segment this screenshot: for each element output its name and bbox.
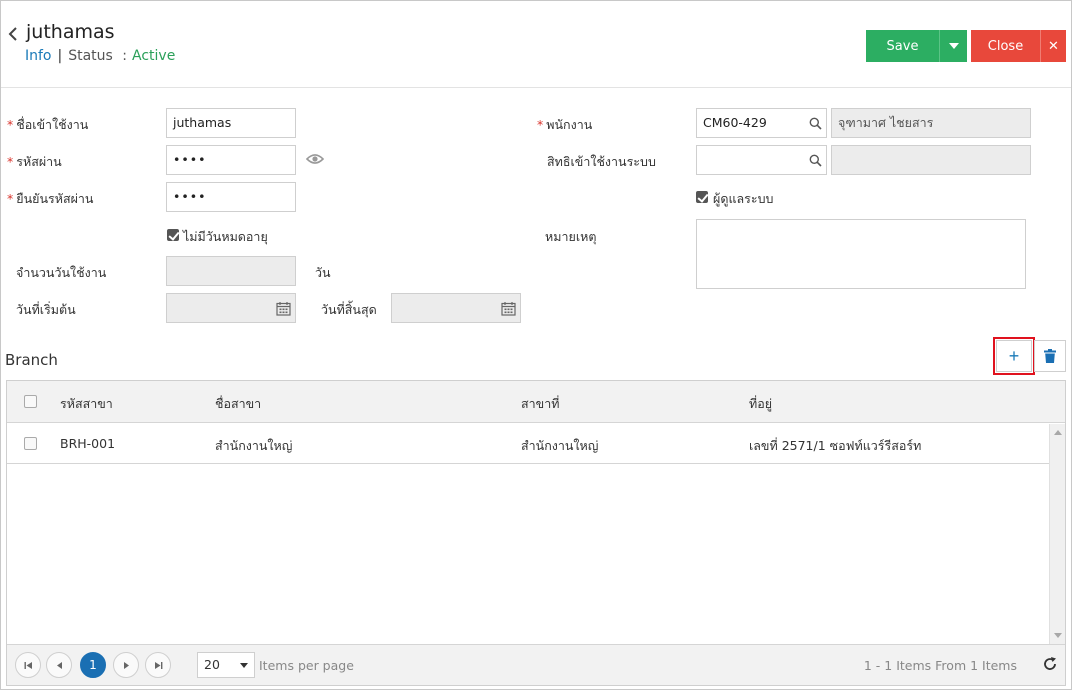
first-page-icon: [24, 662, 32, 669]
scroll-down-icon[interactable]: [1054, 633, 1062, 638]
days-field[interactable]: [166, 256, 296, 286]
info-link[interactable]: Info: [25, 48, 52, 64]
trash-icon: [1044, 349, 1056, 363]
no-expiry-checkbox[interactable]: [167, 229, 179, 241]
table-row[interactable]: BRH-001 สำนักงานใหญ่ สำนักงานใหญ่ เลขที่…: [7, 424, 1049, 464]
confirm-password-label: * ยืนยันรหัสผ่าน: [7, 191, 94, 206]
required-mark: *: [7, 191, 14, 206]
select-all-checkbox[interactable]: [24, 395, 37, 408]
caret-down-icon: [948, 43, 959, 49]
column-header[interactable]: รหัสสาขา: [60, 394, 113, 414]
vertical-scrollbar[interactable]: [1049, 424, 1065, 644]
last-page-button[interactable]: [145, 652, 171, 678]
branch-code-cell: BRH-001: [60, 436, 116, 451]
status-colon: :: [122, 48, 128, 64]
column-header[interactable]: ที่อยู่: [749, 394, 772, 414]
system-access-label: สิทธิเข้าใช้งานระบบ: [547, 154, 656, 169]
confirm-password-field[interactable]: ••••: [166, 182, 296, 212]
chevron-down-icon: [240, 663, 248, 668]
branch-number-cell: สำนักงานใหญ่: [521, 438, 599, 453]
pager-summary: 1 - 1 Items From 1 Items: [863, 658, 1017, 673]
end-date-field[interactable]: [391, 293, 521, 323]
eye-icon[interactable]: [306, 152, 324, 166]
required-mark: *: [7, 154, 14, 169]
employee-label: * พนักงาน: [537, 117, 593, 132]
required-mark: *: [537, 117, 544, 132]
status-label: Status: [68, 48, 113, 64]
back-icon[interactable]: [6, 25, 20, 43]
scroll-up-icon[interactable]: [1054, 430, 1062, 435]
username-label: * ชื่อเข้าใช้งาน: [7, 117, 89, 132]
next-page-icon: [124, 662, 129, 669]
calendar-icon[interactable]: [276, 301, 291, 316]
refresh-icon[interactable]: [1043, 657, 1057, 671]
row-checkbox[interactable]: [24, 437, 37, 450]
employee-code-field[interactable]: CM60-429: [696, 108, 827, 138]
search-icon[interactable]: [809, 154, 822, 167]
current-page-button[interactable]: 1: [80, 652, 106, 678]
address-cell: เลขที่ 2571/1 ซอฟท์แวร์รีสอร์ท: [749, 438, 922, 453]
start-date-label: วันที่เริ่มต้น: [16, 302, 76, 317]
next-page-button[interactable]: [113, 652, 139, 678]
save-dropdown-button[interactable]: [939, 30, 967, 62]
status-line: Info | Status : Active: [25, 48, 175, 64]
branch-section-title: Branch: [5, 351, 58, 369]
close-button[interactable]: Close: [971, 30, 1040, 62]
add-branch-button[interactable]: +: [996, 340, 1032, 372]
column-header[interactable]: สาขาที่: [521, 394, 559, 414]
column-header[interactable]: ชื่อสาขา: [215, 394, 261, 414]
delete-branch-button[interactable]: [1034, 340, 1066, 372]
admin-label: ผู้ดูแลระบบ: [713, 191, 774, 206]
end-date-label: วันที่สิ้นสุด: [321, 302, 377, 317]
items-per-page-label: Items per page: [259, 658, 354, 673]
employee-code-value: CM60-429: [703, 115, 767, 130]
system-access-field[interactable]: [696, 145, 827, 175]
days-unit: วัน: [315, 265, 331, 280]
system-access-name-field: [831, 145, 1031, 175]
branch-name-cell: สำนักงานใหญ่: [215, 438, 293, 453]
search-icon[interactable]: [809, 117, 822, 130]
note-label: หมายเหตุ: [545, 229, 597, 244]
required-mark: *: [7, 117, 14, 132]
status-value: Active: [132, 48, 176, 64]
save-button[interactable]: Save: [866, 30, 939, 62]
prev-page-icon: [57, 662, 62, 669]
start-date-field[interactable]: [166, 293, 296, 323]
grid-header: รหัสสาขา ชื่อสาขา สาขาที่ ที่อยู่: [7, 381, 1065, 423]
pager: 1 20 Items per page 1 - 1 Items From 1 I…: [7, 644, 1065, 685]
no-expiry-label: ไม่มีวันหมดอายุ: [183, 229, 268, 244]
calendar-icon[interactable]: [501, 301, 516, 316]
admin-checkbox[interactable]: [696, 191, 708, 203]
header-divider: [1, 87, 1071, 88]
last-page-icon: [155, 662, 163, 669]
username-field[interactable]: juthamas: [166, 108, 296, 138]
prev-page-button[interactable]: [46, 652, 72, 678]
note-textarea[interactable]: [696, 219, 1026, 289]
password-label: * รหัสผ่าน: [7, 154, 62, 169]
days-label: จำนวนวันใช้งาน: [16, 265, 107, 280]
page-size-select[interactable]: 20: [197, 652, 255, 678]
employee-name-field: จุฑามาศ ไชยสาร: [831, 108, 1031, 138]
branch-grid: รหัสสาขา ชื่อสาขา สาขาที่ ที่อยู่ BRH-00…: [6, 380, 1066, 686]
page-size-value: 20: [204, 657, 220, 672]
page-title: juthamas: [26, 21, 115, 43]
divider: |: [57, 48, 63, 64]
password-field[interactable]: ••••: [166, 145, 296, 175]
first-page-button[interactable]: [15, 652, 41, 678]
close-x-button[interactable]: ✕: [1040, 30, 1066, 62]
